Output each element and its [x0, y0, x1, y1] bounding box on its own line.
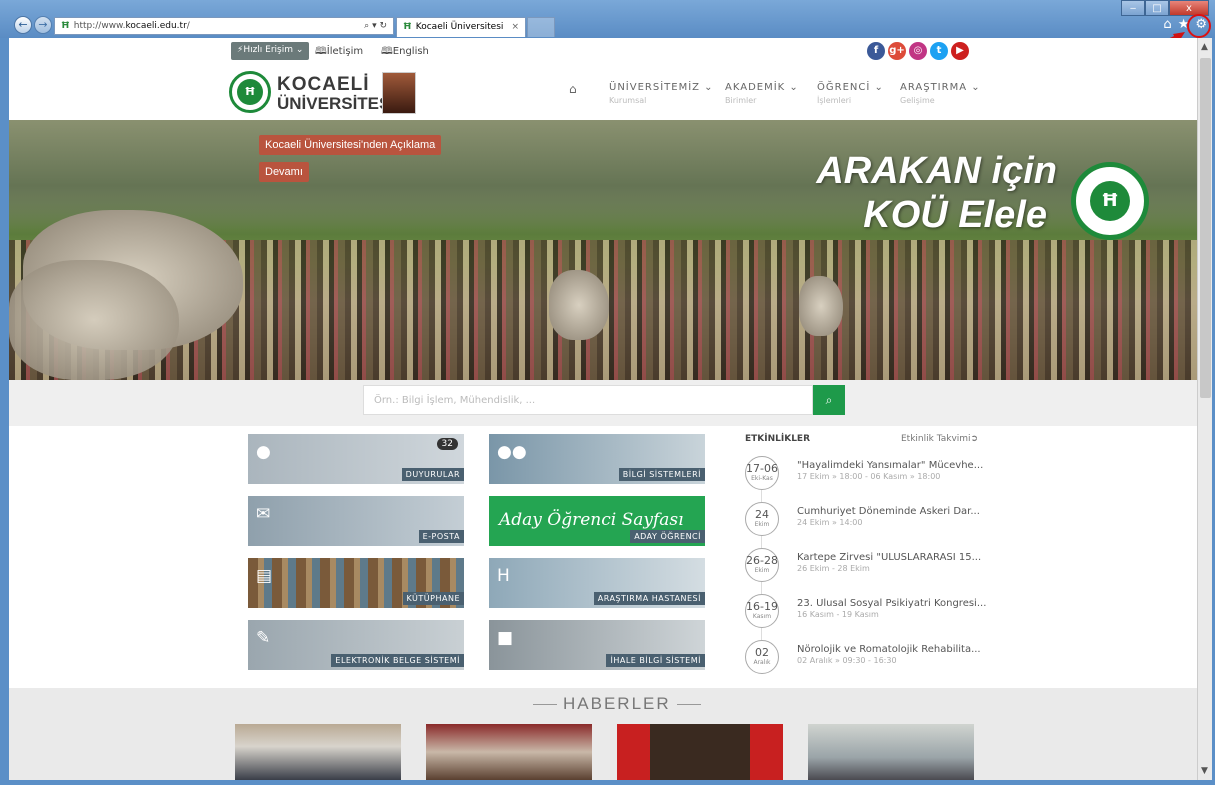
- event-time: 24 Ekim » 14:00: [797, 518, 863, 527]
- news-image-3[interactable]: [617, 724, 783, 780]
- vertical-scrollbar[interactable]: ▲ ▼: [1197, 38, 1212, 780]
- banner-emblem-icon: Ħ: [1071, 162, 1149, 240]
- event-title[interactable]: 23. Ulusal Sosyal Psikiyatri Kongresi...: [797, 598, 986, 609]
- new-tab-button[interactable]: [527, 17, 555, 37]
- nav-ogrenci[interactable]: ÖĞRENCİ ⌄ İşlemleri: [817, 82, 884, 105]
- scroll-up-icon[interactable]: ▲: [1201, 42, 1208, 52]
- tile-bilgi-sistemleri[interactable]: ●● BİLGİ SİSTEMLERİ: [489, 434, 705, 484]
- facebook-icon[interactable]: f: [867, 42, 885, 60]
- university-emblem-icon[interactable]: Ħ: [229, 71, 271, 113]
- site-header: Ħ KOCAELİ ÜNİVERSİTESİ ⌂ ÜNİVERSİTEMİZ ⌄…: [9, 64, 1197, 120]
- event-title[interactable]: Kartepe Zirvesi "ULUSLARARASI 15...: [797, 552, 981, 563]
- events-heading: ETKİNLİKLER: [745, 434, 811, 444]
- event-date-circle: 26-28 Ekim: [745, 548, 779, 582]
- read-more-button[interactable]: Devamı: [259, 162, 309, 182]
- announcement-label[interactable]: Kocaeli Üniversitesi'nden Açıklama: [259, 135, 442, 155]
- scroll-down-icon[interactable]: ▼: [1201, 766, 1208, 776]
- event-date-circle: 16-19 Kasım: [745, 594, 779, 628]
- back-button[interactable]: ←: [14, 16, 32, 34]
- instagram-icon[interactable]: ◎: [909, 42, 927, 60]
- page-viewport: ⚡Hızlı Erişim ⌄ 🕮İletişim 🕮English f g+ …: [9, 38, 1197, 780]
- news-image-1[interactable]: [235, 724, 401, 780]
- event-title[interactable]: "Hayalimdeki Yansımalar" Mücevhe...: [797, 460, 983, 471]
- hospital-icon: H: [497, 566, 510, 586]
- english-link[interactable]: 🕮English: [381, 44, 429, 61]
- twitter-icon[interactable]: t: [930, 42, 948, 60]
- ataturk-portrait: [382, 72, 416, 114]
- event-calendar-link[interactable]: Etkinlik Takvimi➲: [901, 434, 978, 444]
- scrollbar-thumb[interactable]: [1200, 58, 1211, 398]
- event-date-circle: 24 Ekim: [745, 502, 779, 536]
- maximize-button[interactable]: □: [1145, 0, 1169, 16]
- tile-aday-ogrenci[interactable]: Aday Öğrenci Sayfası ADAY ÖĞRENCİ: [489, 496, 705, 546]
- site-favicon-icon: Ħ: [61, 21, 70, 31]
- banner-bundle: [9, 260, 179, 380]
- tab-favicon-icon: Ħ: [403, 22, 412, 32]
- nav-universitemiz[interactable]: ÜNİVERSİTEMİZ ⌄ Kurumsal: [609, 82, 714, 105]
- youtube-icon[interactable]: ▶: [951, 42, 969, 60]
- tile-kutuphane[interactable]: ▤ KÜTÜPHANE: [248, 558, 464, 608]
- briefcase-icon: ■: [497, 628, 514, 648]
- banner-bundle: [549, 270, 609, 340]
- main-content: ● 32 DUYURULAR ●● BİLGİ SİSTEMLERİ ✉ E-P…: [9, 426, 1197, 688]
- banner-bundle: [799, 276, 843, 336]
- minimize-button[interactable]: ‒: [1121, 0, 1145, 16]
- search-button[interactable]: ⌕: [813, 385, 845, 415]
- tab-close-icon[interactable]: ×: [511, 22, 519, 33]
- event-title[interactable]: Nörolojik ve Romatolojik Rehabilita...: [797, 644, 981, 655]
- nav-arastirma[interactable]: ARAŞTIRMA ⌄ Gelişime: [900, 82, 981, 105]
- tile-ihale-bilgi-sistemi[interactable]: ■ İHALE BİLGİ SİSTEMİ: [489, 620, 705, 670]
- comments-icon: ●: [256, 442, 271, 462]
- event-date-circle: 17-06 Eki-Kas: [745, 456, 779, 490]
- search-input[interactable]: Örn.: Bilgi İşlem, Mühendislik, ...: [363, 385, 813, 415]
- event-time: 16 Kasım - 19 Kasım: [797, 610, 879, 619]
- news-image-2[interactable]: [426, 724, 592, 780]
- logo-line-1[interactable]: KOCAELİ: [277, 74, 370, 96]
- tile-e-posta[interactable]: ✉ E-POSTA: [248, 496, 464, 546]
- quick-access-button[interactable]: ⚡Hızlı Erişim ⌄: [231, 42, 310, 60]
- tile-elektronik-belge-sistemi[interactable]: ✎ ELEKTRONİK BELGE SİSTEMİ: [248, 620, 464, 670]
- forward-button[interactable]: →: [34, 16, 52, 34]
- tile-duyurular[interactable]: ● 32 DUYURULAR: [248, 434, 464, 484]
- tab-title: Kocaeli Üniversitesi: [415, 22, 504, 32]
- envelope-icon: ✉: [256, 504, 271, 524]
- users-icon: ●●: [497, 442, 527, 462]
- tile-arastirma-hastanesi[interactable]: H ARAŞTIRMA HASTANESİ: [489, 558, 705, 608]
- top-bar: ⚡Hızlı Erişim ⌄ 🕮İletişim 🕮English f g+ …: [9, 38, 1197, 64]
- banner-title-line-2: KOÜ Elele: [863, 194, 1047, 236]
- home-nav-icon[interactable]: ⌂: [569, 82, 577, 96]
- book-icon: ▤: [256, 566, 273, 586]
- address-bar[interactable]: Ħ http://www.kocaeli.edu.tr/ ⌕ ▾ ↻: [54, 17, 394, 35]
- browser-tab[interactable]: Ħ Kocaeli Üniversitesi ×: [396, 17, 526, 37]
- event-date-circle: 02 Aralık: [745, 640, 779, 674]
- event-time: 17 Ekim » 18:00 - 06 Kasım » 18:00: [797, 472, 941, 481]
- news-image-4[interactable]: [808, 724, 974, 780]
- logo-line-2[interactable]: ÜNİVERSİTESİ: [277, 94, 395, 114]
- event-time: 26 Ekim - 28 Ekim: [797, 564, 870, 573]
- url-text: http://www.kocaeli.edu.tr/: [73, 21, 190, 31]
- edit-icon: ✎: [256, 628, 271, 648]
- hero-banner[interactable]: Kocaeli Üniversitesi'nden Açıklama Devam…: [9, 120, 1197, 380]
- aday-ogrenci-banner-text: Aday Öğrenci Sayfası: [499, 510, 684, 530]
- browser-chrome: ‒ □ x ← → Ħ http://www.kocaeli.edu.tr/ ⌕…: [0, 0, 1215, 38]
- event-time: 02 Aralık » 09:30 - 16:30: [797, 656, 897, 665]
- news-heading: HABERLER: [527, 694, 707, 714]
- address-tools[interactable]: ⌕ ▾ ↻: [364, 21, 387, 31]
- contact-link[interactable]: 🕮İletişim: [315, 44, 363, 61]
- social-links: f g+ ◎ t ▶: [867, 42, 969, 60]
- close-window-button[interactable]: x: [1169, 0, 1209, 16]
- nav-akademik[interactable]: AKADEMİK ⌄ Birimler: [725, 82, 799, 105]
- banner-title-line-1: ARAKAN için: [816, 150, 1057, 192]
- google-plus-icon[interactable]: g+: [888, 42, 906, 60]
- event-title[interactable]: Cumhuriyet Döneminde Askeri Dar...: [797, 506, 980, 517]
- announcement-count-badge: 32: [436, 438, 458, 450]
- news-section: HABERLER: [9, 688, 1197, 780]
- search-section: Örn.: Bilgi İşlem, Mühendislik, ... ⌕: [9, 380, 1197, 426]
